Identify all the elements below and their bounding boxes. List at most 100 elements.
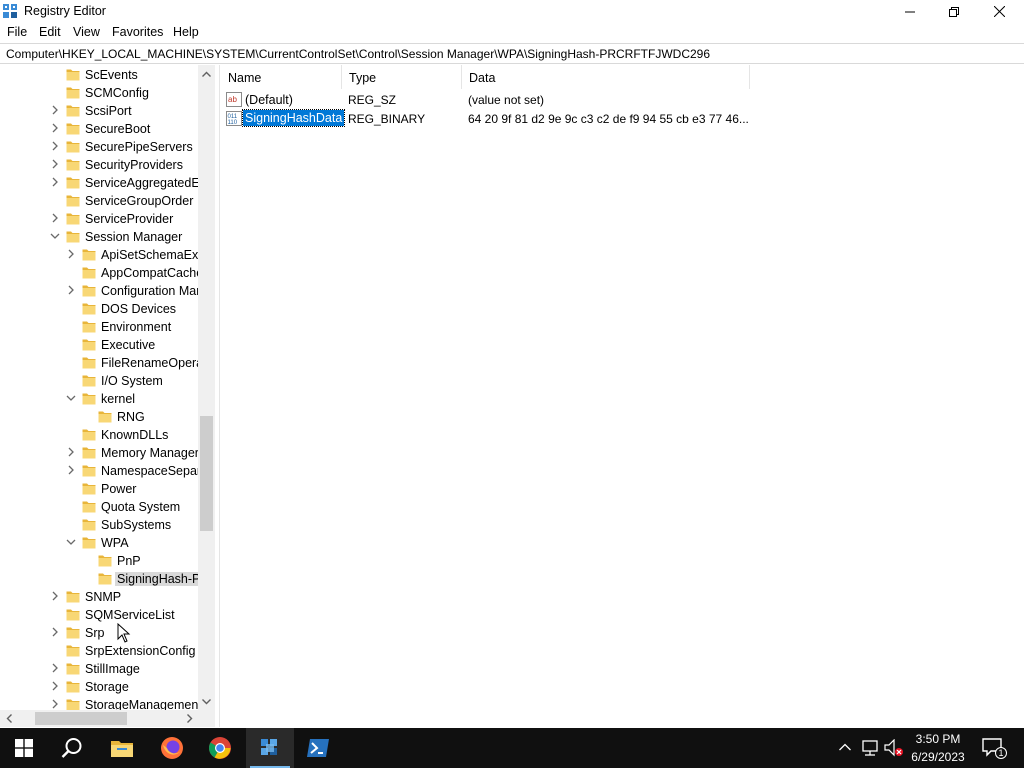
chevron-right-icon[interactable] [50, 681, 60, 691]
tree-item[interactable]: SecurityProviders [0, 156, 200, 174]
folder-icon [82, 519, 96, 531]
column-header-name[interactable]: Name [221, 65, 342, 89]
tree-item[interactable]: Quota System [0, 498, 200, 516]
tree-item[interactable]: Environment [0, 318, 200, 336]
chevron-right-icon[interactable] [66, 447, 76, 457]
start-button[interactable] [0, 728, 48, 768]
volume-muted-icon[interactable] [884, 739, 904, 757]
column-header-type[interactable]: Type [342, 65, 462, 89]
tree-item[interactable]: Storage [0, 678, 200, 696]
tree-item[interactable]: DOS Devices [0, 300, 200, 318]
chevron-down-icon[interactable] [50, 231, 60, 241]
chevron-right-icon[interactable] [50, 663, 60, 673]
menu-edit[interactable]: Edit [39, 25, 61, 39]
regedit-icon [261, 739, 277, 755]
tree-item[interactable]: ServiceGroupOrder [0, 192, 200, 210]
tree-item[interactable]: SubSystems [0, 516, 200, 534]
menu-file[interactable]: File [7, 25, 27, 39]
tree-item[interactable]: Executive [0, 336, 200, 354]
tree-item[interactable]: SCMConfig [0, 84, 200, 102]
chevron-right-icon[interactable] [50, 105, 60, 115]
close-button[interactable] [976, 0, 1022, 23]
tree-item[interactable]: Power [0, 480, 200, 498]
restore-button[interactable] [931, 0, 977, 23]
menu-favorites[interactable]: Favorites [112, 25, 163, 39]
tree-item[interactable]: NamespaceSepara [0, 462, 208, 480]
chevron-down-icon[interactable] [66, 537, 76, 547]
value-row[interactable]: ab (Default) REG_SZ (value not set) [221, 90, 751, 109]
tree-item[interactable]: SecureBoot [0, 120, 200, 138]
column-header-data[interactable]: Data [462, 65, 750, 89]
file-explorer-button[interactable] [98, 728, 146, 768]
tree-item[interactable]: AppCompatCache [0, 264, 203, 282]
tree-vertical-scrollbar[interactable] [198, 65, 215, 710]
network-icon[interactable] [862, 740, 880, 756]
tree-item[interactable]: KnownDLLs [0, 426, 200, 444]
tree-vertical-scroll-thumb[interactable] [200, 416, 213, 531]
chevron-right-icon[interactable] [66, 465, 76, 475]
tree-item[interactable]: SigningHash-P [0, 570, 203, 588]
chevron-down-icon[interactable] [66, 393, 76, 403]
tree-item[interactable]: ServiceProvider [0, 210, 200, 228]
column-header-name-label: Name [228, 71, 262, 85]
tree-item[interactable]: SecurePipeServers [0, 138, 200, 156]
minimize-button[interactable] [887, 0, 933, 23]
tree-item[interactable]: SNMP [0, 588, 200, 606]
tree-horizontal-scroll-thumb[interactable] [35, 712, 127, 725]
chevron-right-icon[interactable] [50, 123, 60, 133]
address-path[interactable]: Computer\HKEY_LOCAL_MACHINE\SYSTEM\Curre… [6, 47, 710, 61]
tree-item[interactable]: SQMServiceList [0, 606, 200, 624]
chevron-right-icon[interactable] [50, 159, 60, 169]
tree-item[interactable]: ServiceAggregatedEv [0, 174, 206, 192]
tree-scroll-left-button[interactable] [0, 710, 17, 727]
chevron-up-icon[interactable] [839, 743, 851, 751]
tree-item[interactable]: ApiSetSchemaExte [0, 246, 209, 264]
chevron-right-icon[interactable] [50, 699, 60, 709]
menu-view[interactable]: View [73, 25, 100, 39]
clock-date[interactable]: 6/29/2023 [903, 750, 973, 765]
tree-item[interactable]: Session Manager [0, 228, 200, 246]
chevron-right-icon[interactable] [50, 177, 60, 187]
notification-center-button[interactable]: 1 [981, 736, 1007, 760]
address-bar[interactable]: Computer\HKEY_LOCAL_MACHINE\SYSTEM\Curre… [0, 43, 1024, 64]
chevron-right-icon[interactable] [66, 249, 76, 259]
pane-splitter[interactable] [215, 65, 220, 727]
powershell-button[interactable] [294, 728, 342, 768]
folder-icon [82, 267, 96, 279]
title-bar[interactable]: Registry Editor [0, 0, 1024, 23]
firefox-button[interactable] [148, 728, 196, 768]
key-tree[interactable]: ScEvents SCMConfig ScsiPort SecureBoot Secur… [0, 65, 215, 727]
tree-item[interactable]: Configuration Mar [0, 282, 200, 300]
tree-scroll-up-button[interactable] [198, 65, 215, 82]
tree-item[interactable]: Srp [0, 624, 200, 642]
tree-scroll-down-button[interactable] [198, 693, 215, 710]
tree-item-label: DOS Devices [101, 302, 177, 316]
tree-item[interactable]: Memory Manager [0, 444, 200, 462]
tree-item[interactable]: ScEvents [0, 66, 200, 84]
chevron-right-icon[interactable] [50, 141, 60, 151]
registry-editor-taskbar-button[interactable] [246, 728, 294, 768]
tree-item[interactable]: kernel [0, 390, 200, 408]
chevron-right-icon[interactable] [50, 213, 60, 223]
search-button[interactable] [48, 728, 96, 768]
menu-help[interactable]: Help [173, 25, 199, 39]
tree-item[interactable]: I/O System [0, 372, 200, 390]
tree-item[interactable]: WPA [0, 534, 200, 552]
values-list[interactable]: Name Type Data ab (Default) REG_SZ (valu… [221, 65, 1024, 727]
clock-time[interactable]: 3:50 PM [903, 732, 973, 747]
tree-item[interactable]: StillImage [0, 660, 200, 678]
chrome-button[interactable] [196, 728, 244, 768]
tree-item[interactable]: SrpExtensionConfig [0, 642, 200, 660]
value-row-selected[interactable]: 011 110 SigningHashData REG_BINARY 64 20… [221, 109, 751, 128]
tree-item[interactable]: PnP [0, 552, 200, 570]
minimize-icon [905, 11, 915, 12]
tree-scroll-right-button[interactable] [181, 710, 198, 727]
folder-icon [82, 537, 96, 549]
chevron-right-icon[interactable] [66, 285, 76, 295]
chevron-right-icon[interactable] [50, 591, 60, 601]
chevron-right-icon[interactable] [50, 627, 60, 637]
tree-item[interactable]: RNG [0, 408, 200, 426]
tree-item[interactable]: FileRenameOperat [0, 354, 207, 372]
tree-item[interactable]: ScsiPort [0, 102, 200, 120]
folder-icon [66, 663, 80, 675]
